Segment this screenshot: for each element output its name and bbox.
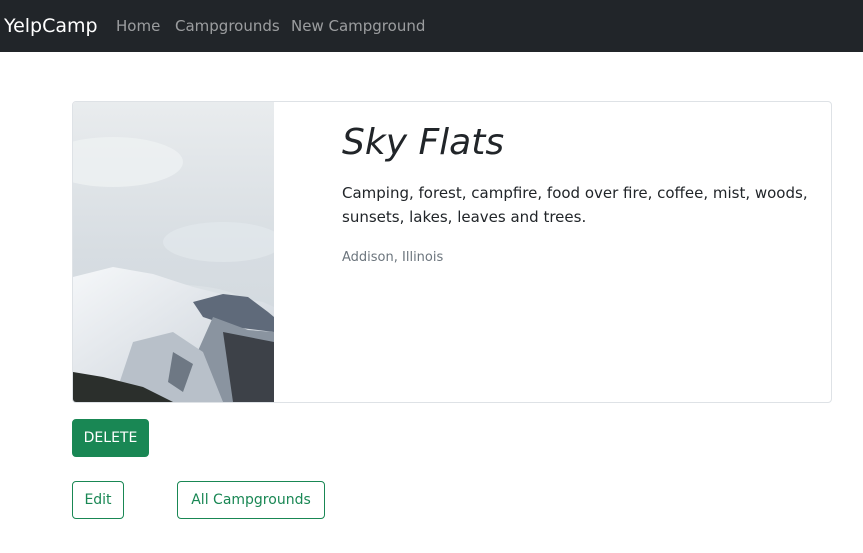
brand-logo[interactable]: YelpCamp [4, 14, 98, 38]
campground-title: Sky Flats [342, 122, 505, 163]
campground-location: Addison, Illinois [342, 250, 444, 265]
campground-description: Camping, forest, campfire, food over fir… [342, 184, 808, 226]
navbar: YelpCamp Home Campgrounds New Campground [0, 0, 863, 52]
all-campgrounds-button[interactable]: All Campgrounds [177, 481, 325, 519]
campground-card: Sky Flats Camping, forest, campfire, foo… [72, 101, 832, 403]
edit-button[interactable]: Edit [72, 481, 124, 519]
nav-link-new-campground[interactable]: New Campground [291, 16, 425, 36]
delete-button[interactable]: DELETE [72, 419, 149, 457]
nav-link-campgrounds[interactable]: Campgrounds [175, 16, 280, 36]
campground-image [73, 102, 274, 402]
nav-link-home[interactable]: Home [116, 16, 160, 36]
